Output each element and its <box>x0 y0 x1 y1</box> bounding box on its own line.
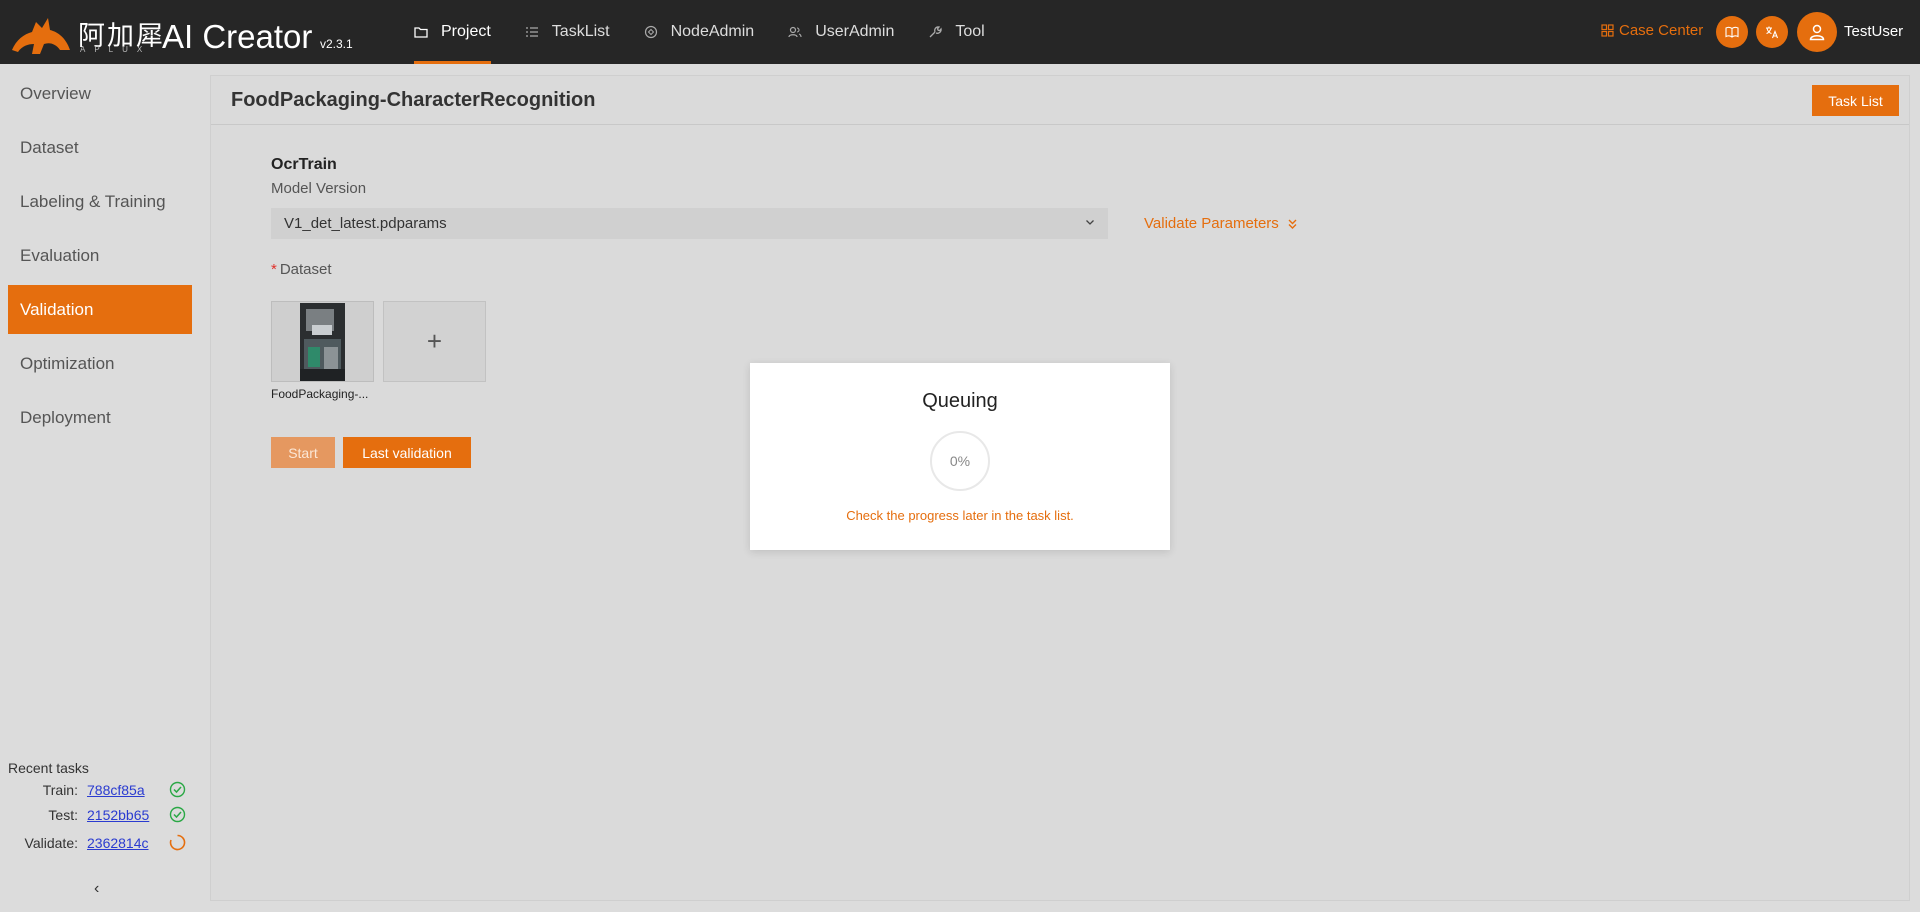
nav-useradmin[interactable]: UserAdmin <box>788 0 894 64</box>
aplux-logo-icon <box>12 18 70 54</box>
nav-tool-label: Tool <box>955 23 985 40</box>
section-title: OcrTrain <box>271 156 337 173</box>
last-validation-button[interactable]: Last validation <box>343 437 471 468</box>
nav-tasklist[interactable]: TaskList <box>525 0 610 64</box>
recent-task-link[interactable]: 788cf85a <box>87 782 167 798</box>
nav-nodeadmin[interactable]: NodeAdmin <box>644 0 755 64</box>
user-avatar[interactable] <box>1797 12 1837 52</box>
app-version: v2.3.1 <box>320 37 353 51</box>
nav-nodeadmin-label: NodeAdmin <box>670 23 755 40</box>
app-title: AI Creator <box>162 18 313 55</box>
case-center-label: Case Center <box>1619 22 1704 39</box>
sidebar-item-overview[interactable]: Overview <box>8 69 192 118</box>
grid-icon <box>1601 24 1614 37</box>
sidebar-item-optimization[interactable]: Optimization <box>8 339 192 388</box>
required-marker: * <box>271 261 277 278</box>
project-title: FoodPackaging-CharacterRecognition <box>231 89 596 111</box>
queuing-modal: Queuing 0% Check the progress later in t… <box>750 363 1170 550</box>
book-icon <box>1725 26 1739 38</box>
validate-parameters-toggle[interactable]: Validate Parameters <box>1144 215 1298 232</box>
add-dataset-button[interactable]: + <box>383 301 486 382</box>
main-nav: Project TaskList NodeAdmin UserAdmin Too… <box>414 0 1019 64</box>
model-version-label: Model Version <box>271 180 367 197</box>
nav-project-label: Project <box>441 23 491 40</box>
recent-task-link[interactable]: 2362814c <box>87 835 167 851</box>
check-circle-icon <box>169 806 186 823</box>
dataset-image <box>300 303 345 381</box>
sidebar-item-dataset[interactable]: Dataset <box>8 123 192 172</box>
recent-task-validate: Validate: 2362814c <box>8 834 186 851</box>
users-icon <box>788 26 802 38</box>
docs-button[interactable] <box>1716 16 1748 48</box>
sidebar-item-validation[interactable]: Validation <box>8 285 192 334</box>
dataset-caption: FoodPackaging-... <box>271 387 369 401</box>
task-list-button[interactable]: Task List <box>1812 85 1899 116</box>
recent-task-test: Test: 2152bb65 <box>8 806 186 823</box>
validate-parameters-label: Validate Parameters <box>1144 215 1279 232</box>
dataset-label: * Dataset <box>271 261 332 278</box>
dataset-label-text: Dataset <box>279 261 332 278</box>
translate-icon <box>1766 26 1779 39</box>
sidebar-item-labeling-training[interactable]: Labeling & Training <box>8 177 192 226</box>
node-icon <box>644 25 657 39</box>
progress-percent: 0% <box>949 453 971 469</box>
nav-tool[interactable]: Tool <box>928 0 985 64</box>
chevron-down-icon <box>1086 220 1094 225</box>
model-version-select[interactable]: V1_det_latest.pdparams <box>271 208 1108 239</box>
double-chevron-down-icon <box>1288 219 1297 229</box>
wrench-icon <box>929 26 943 38</box>
start-button[interactable]: Start <box>271 437 335 468</box>
sidebar-item-deployment[interactable]: Deployment <box>8 393 192 442</box>
collapse-sidebar-button[interactable]: ‹ <box>94 880 99 898</box>
username[interactable]: TestUser <box>1844 23 1903 40</box>
user-icon <box>1809 24 1825 41</box>
folder-icon <box>414 27 428 38</box>
modal-message: Check the progress later in the task lis… <box>846 508 1074 523</box>
check-circle-icon <box>169 781 186 798</box>
recent-tasks-title: Recent tasks <box>8 760 89 776</box>
modal-title: Queuing <box>922 390 998 412</box>
recent-task-label: Train: <box>42 781 78 798</box>
recent-task-train: Train: 788cf85a <box>8 781 186 798</box>
sidebar-item-evaluation[interactable]: Evaluation <box>8 231 192 280</box>
case-center-link[interactable]: Case Center <box>1601 22 1703 39</box>
loading-spinner-icon <box>169 834 186 851</box>
language-button[interactable] <box>1756 16 1788 48</box>
dataset-thumbnail[interactable] <box>271 301 374 382</box>
recent-task-link[interactable]: 2152bb65 <box>87 807 167 823</box>
recent-task-label: Test: <box>48 806 78 823</box>
logo-sub-text: APLUX <box>80 45 152 54</box>
nav-project[interactable]: Project <box>414 0 491 64</box>
tasklist-icon <box>525 27 538 37</box>
recent-task-label: Validate: <box>24 834 78 851</box>
panel-header: FoodPackaging-CharacterRecognition Task … <box>211 76 1909 125</box>
model-version-value: V1_det_latest.pdparams <box>284 215 447 232</box>
top-bar: 阿加犀 APLUX AI Creator v2.3.1 Project Task… <box>0 0 1920 64</box>
nav-useradmin-label: UserAdmin <box>815 23 895 40</box>
nav-tasklist-label: TaskList <box>551 23 610 40</box>
